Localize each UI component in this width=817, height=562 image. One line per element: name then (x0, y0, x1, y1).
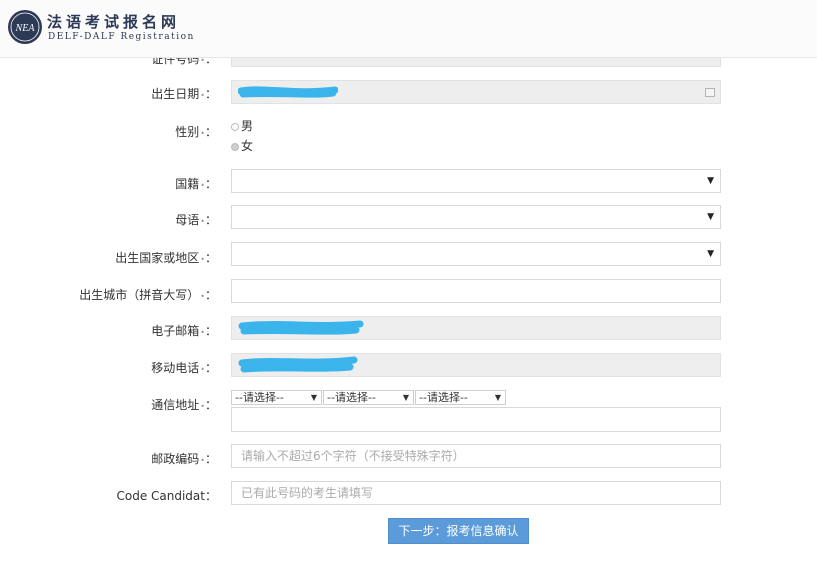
mother-tongue-label: 母语•： (175, 213, 217, 227)
address-detail-input[interactable] (231, 407, 721, 432)
site-title-front: 法语考试报名网 (47, 13, 181, 31)
address-label: 通信地址•： (151, 398, 217, 412)
male-radio[interactable] (231, 122, 239, 131)
chevron-down-icon: ▼ (707, 176, 714, 186)
province-select[interactable]: --请选择-- ▼ (231, 390, 322, 405)
gender-option-male[interactable]: 男 (231, 117, 253, 134)
calendar-icon[interactable] (705, 88, 715, 97)
chevron-down-icon: ▼ (494, 393, 501, 402)
chevron-down-icon: ▼ (707, 212, 714, 222)
birth-city-input[interactable] (231, 279, 721, 303)
postal-code-input[interactable]: 请输入不超过6个字符（不接受特殊字符） (231, 444, 721, 468)
candidate-code-label: Code Candidat： (116, 489, 217, 503)
district-select[interactable]: --请选择-- ▼ (415, 390, 506, 405)
nationality-select[interactable]: ▼ (231, 169, 721, 193)
email-label: 电子邮箱•： (151, 324, 217, 338)
email-redaction (238, 320, 364, 335)
logo-badge-text-front: NEA (15, 23, 36, 34)
site-header-front: NEA 法语考试报名网 DELF-DALF Registration (0, 0, 817, 56)
postal-code-label: 邮政编码•： (151, 452, 217, 466)
nationality-label: 国籍•： (175, 177, 217, 191)
chevron-down-icon: ▼ (310, 393, 317, 402)
gender-label: 性别•： (175, 125, 217, 139)
birth-date-redaction (238, 86, 338, 98)
mother-tongue-select[interactable]: ▼ (231, 205, 721, 229)
chevron-down-icon: ▼ (707, 249, 714, 259)
next-step-button[interactable]: 下一步：报考信息确认 (388, 518, 529, 544)
mobile-redaction (238, 356, 358, 373)
logo-badge-icon: NEA (8, 10, 42, 44)
chevron-down-icon: ▼ (402, 393, 409, 402)
birth-date-label: 出生日期•： (151, 87, 217, 101)
birth-city-label: 出生城市（拼音大写）•： (79, 288, 217, 302)
birth-country-select[interactable]: ▼ (231, 242, 721, 266)
city-select[interactable]: --请选择-- ▼ (323, 390, 414, 405)
gender-option-female[interactable]: 女 (231, 137, 253, 154)
mobile-label: 移动电话•： (151, 361, 217, 375)
site-subtitle-front: DELF-DALF Registration (48, 32, 195, 42)
candidate-code-input[interactable]: 已有此号码的考生请填写 (231, 481, 721, 505)
birth-country-label: 出生国家或地区•： (115, 251, 217, 265)
female-radio[interactable] (231, 142, 239, 151)
